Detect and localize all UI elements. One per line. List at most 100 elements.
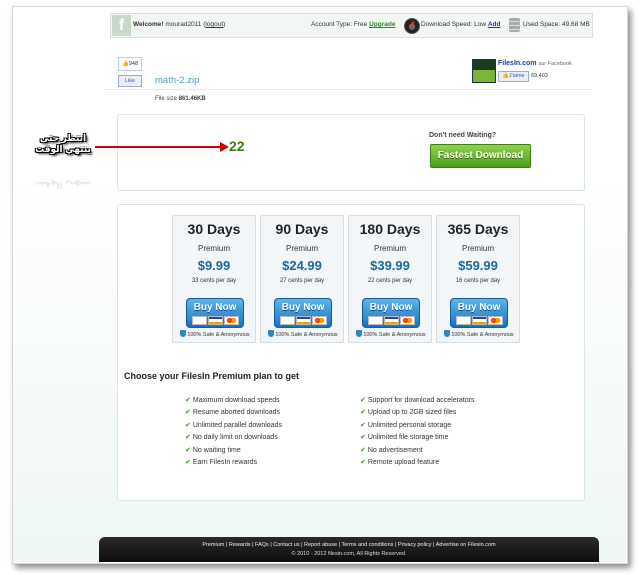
annotation-arrow — [95, 146, 222, 148]
plan-cents: 22 cents per day — [367, 278, 413, 284]
plan-tier: Premium — [197, 244, 230, 253]
plan-tier: Premium — [373, 244, 406, 253]
feature-label: Remote upload feature — [367, 459, 440, 466]
shield-icon — [268, 330, 275, 337]
feature-label: Unlimited personal storage — [367, 422, 452, 429]
fastest-download-button[interactable]: Fastest Download — [430, 144, 531, 168]
add-speed-link[interactable]: Add — [488, 21, 501, 28]
safe-note: 100% Safe & Anonymous — [439, 330, 519, 338]
jaime-label: J'aime — [508, 73, 525, 79]
account-type: Account Type: Free Upgrade — [311, 21, 395, 28]
payment-cards — [456, 316, 504, 325]
file-size-value: 861.46KB — [178, 96, 206, 102]
checkmark-icon: ✔ — [185, 397, 191, 404]
buy-now-label: Buy Now — [369, 302, 413, 313]
facebook-page-title[interactable]: FilesIn.com sur Facebook — [498, 60, 572, 67]
safe-note: 100% Safe & Anonymous — [351, 330, 431, 338]
account-type-label: Account Type: Free — [311, 21, 368, 28]
payment-cards — [280, 316, 328, 325]
dont-wait-text: Don't need Waiting? — [429, 132, 497, 139]
plan-price: $39.99 — [370, 258, 410, 273]
username: mourad2011 — [165, 21, 202, 28]
feature-label: Unlimited parallel downloads — [192, 422, 282, 429]
arabic-annotation: انتظر حتى ينتهي الوقت — [28, 133, 98, 155]
annotation-reflection: ينتهي الوقت — [28, 176, 98, 190]
plan-cents: 33 cents per day — [191, 278, 237, 284]
feature-item: ✔ No daily limit on downloads — [185, 433, 278, 441]
plan-price: $9.99 — [197, 258, 231, 273]
feature-label: Earn FilesIn rewards — [192, 459, 258, 466]
checkmark-icon: ✔ — [185, 459, 191, 466]
feature-label: No waiting time — [192, 447, 241, 454]
logout-link[interactable]: logout — [205, 21, 223, 28]
shield-icon — [356, 330, 363, 337]
jaime-button[interactable]: 👍J'aime — [498, 71, 529, 82]
safe-note-text: 100% Safe & Anonymous — [363, 332, 426, 338]
checkmark-icon: ✔ — [185, 434, 191, 441]
feature-item: ✔ Unlimited file storage time — [360, 433, 448, 441]
checkmark-icon: ✔ — [185, 409, 191, 416]
facebook-page-name[interactable]: FilesIn.com — [498, 60, 537, 67]
checkmark-icon: ✔ — [360, 397, 366, 404]
feature-label: Maximum download speeds — [192, 397, 280, 404]
buy-now-button[interactable]: Buy Now — [450, 298, 508, 328]
thumbs-up-icon: 👍 — [502, 73, 509, 79]
footer-links[interactable]: Premium | Rewards | FAQs | Contact us | … — [99, 542, 599, 548]
speedometer-icon — [404, 18, 420, 34]
mastercard-icon — [312, 316, 327, 325]
plan-cents: 27 cents per day — [279, 278, 325, 284]
plan-days: 365 Days — [447, 221, 509, 237]
file-size-label: File size — [155, 96, 178, 102]
buy-now-button[interactable]: Buy Now — [362, 298, 420, 328]
visa-icon — [384, 316, 399, 325]
buy-now-label: Buy Now — [281, 302, 325, 313]
feature-item: ✔ Upload up to 2GB sized files — [360, 408, 456, 416]
plan-card-365-days: 365 Days Premium $59.99 16 cents per day… — [436, 215, 520, 343]
visa-icon — [296, 316, 311, 325]
welcome-text: Welcome! mourad2011 (logout) — [133, 21, 226, 28]
buy-now-label: Buy Now — [193, 302, 237, 313]
arrow-head-icon — [220, 142, 229, 152]
card-icon — [192, 316, 207, 325]
plan-days: 180 Days — [359, 221, 421, 237]
card-icon — [280, 316, 295, 325]
safe-note-text: 100% Safe & Anonymous — [187, 332, 250, 338]
feature-label: No daily limit on downloads — [192, 434, 278, 441]
filesin-logo[interactable] — [472, 59, 496, 83]
facebook-like-button[interactable]: Like — [118, 75, 142, 87]
plan-cents: 16 cents per day — [455, 278, 501, 284]
facebook-icon: f — [112, 15, 131, 36]
download-speed-label: Download Speed: Low — [421, 21, 487, 28]
feature-item: ✔ Unlimited parallel downloads — [185, 421, 282, 429]
feature-item: ✔ No waiting time — [185, 446, 241, 454]
plan-tier: Premium — [285, 244, 318, 253]
card-icon — [456, 316, 471, 325]
mastercard-icon — [400, 316, 415, 325]
arabic-line-2: ينتهي الوقت — [35, 144, 91, 154]
feature-item: ✔ Support for download accelerators — [360, 396, 475, 404]
buy-now-button[interactable]: Buy Now — [186, 298, 244, 328]
file-size: File size 861.46KB — [155, 96, 206, 102]
shield-icon — [444, 330, 451, 337]
like-count: 948 — [128, 61, 139, 67]
feature-label: Unlimited file storage time — [367, 434, 449, 441]
reflection-text: ينتهي الوقت — [35, 180, 91, 190]
plan-days: 90 Days — [275, 221, 329, 237]
facebook-page-subtitle: sur Facebook — [538, 61, 572, 67]
upgrade-link[interactable]: Upgrade — [369, 21, 395, 28]
download-speed: Download Speed: Low Add — [421, 21, 501, 28]
checkmark-icon: ✔ — [360, 447, 366, 454]
like-count-box[interactable]: 👍948 — [118, 57, 142, 71]
plan-card-90-days: 90 Days Premium $24.99 27 cents per day … — [260, 215, 344, 343]
buy-now-button[interactable]: Buy Now — [274, 298, 332, 328]
storage-icon — [509, 18, 520, 32]
welcome-label: Welcome! — [133, 21, 164, 28]
safe-note-text: 100% Safe & Anonymous — [275, 332, 338, 338]
checkmark-icon: ✔ — [185, 447, 191, 454]
safe-note-text: 100% Safe & Anonymous — [451, 332, 514, 338]
divider — [104, 89, 591, 90]
mastercard-icon — [488, 316, 503, 325]
plan-card-180-days: 180 Days Premium $39.99 22 cents per day… — [348, 215, 432, 343]
payment-cards — [192, 316, 240, 325]
user-bar: f Welcome! mourad2011 (logout) Account T… — [110, 13, 593, 38]
